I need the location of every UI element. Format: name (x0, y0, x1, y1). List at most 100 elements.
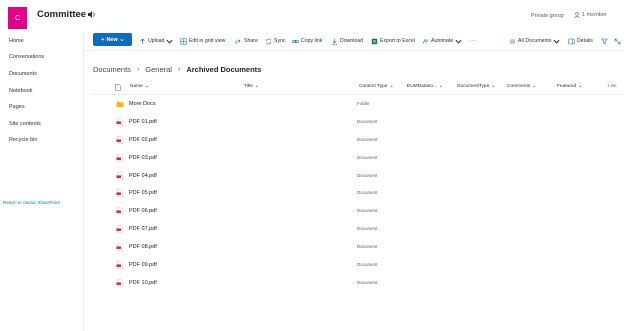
chevron-down-icon: ⌄ (144, 84, 149, 89)
person-icon (574, 12, 580, 18)
site-logo-letter: C (14, 14, 21, 22)
file-name[interactable]: More Docs (129, 101, 156, 107)
nav-item-home[interactable]: Home (9, 38, 24, 44)
chevron-down-icon (120, 38, 124, 41)
breadcrumb-separator: › (136, 66, 140, 73)
column-header-document-type[interactable]: DocumentType ⌄ (457, 84, 495, 89)
content-type-cell: Document (357, 173, 378, 178)
table-row[interactable]: PDF 02.pdf Document (93, 132, 624, 150)
commandbar-divider (84, 50, 624, 51)
table-row[interactable]: PDF 03.pdf Document (93, 150, 624, 168)
breadcrumb-general[interactable]: General (145, 65, 172, 74)
file-name[interactable]: PDF 02.pdf (129, 137, 157, 143)
content-type-cell: Document (357, 208, 378, 213)
pdf-icon (116, 207, 124, 215)
chevron-down-icon (553, 39, 560, 44)
share-button[interactable]: Share (235, 36, 258, 46)
site-logo[interactable]: C (8, 7, 27, 29)
breadcrumb-documents[interactable]: Documents (93, 65, 131, 74)
chevron-down-icon: ⌄ (578, 84, 583, 89)
column-header-comments-label: Comments (507, 84, 531, 89)
chevron-down-icon: ⌄ (254, 84, 259, 89)
chevron-down-icon: ⌄ (532, 84, 537, 89)
new-button[interactable]: + New (93, 33, 132, 46)
file-type-column-icon[interactable] (115, 84, 121, 91)
left-navigation: Home Conversations Documents Notebook Pa… (0, 32, 84, 331)
file-name[interactable]: PDF 08.pdf (129, 244, 157, 250)
automate-icon (422, 38, 429, 44)
nav-item-conversations[interactable]: Conversations (9, 54, 44, 60)
more-actions-label: ⋯ (470, 38, 476, 44)
upload-icon (140, 38, 145, 44)
column-header-content-type[interactable]: Content Type ⌄ (359, 84, 393, 89)
column-header-featured-label: Featured (557, 84, 577, 89)
nav-item-recycle-bin[interactable]: Recycle bin (9, 137, 37, 143)
members-button[interactable]: 1 member (574, 12, 607, 18)
info-icon (568, 38, 575, 44)
nav-item-site-contents[interactable]: Site contents (9, 121, 41, 127)
nav-item-documents[interactable]: Documents (9, 71, 37, 77)
file-name[interactable]: PDF 10.pdf (129, 280, 157, 286)
file-name[interactable]: PDF 06.pdf (129, 208, 157, 214)
sync-button[interactable]: Sync (265, 36, 286, 46)
chevron-down-icon: ⌄ (438, 84, 443, 89)
add-column-button[interactable]: + Ac (607, 84, 616, 89)
members-label: 1 member (582, 12, 607, 18)
file-name[interactable]: PDF 07.pdf (129, 226, 157, 232)
export-excel-button[interactable]: Export to Excel (371, 36, 415, 46)
excel-icon (371, 38, 378, 44)
content-type-cell: Document (357, 280, 378, 285)
pdf-icon (116, 172, 124, 180)
upload-button[interactable]: Upload (139, 36, 173, 46)
content-type-cell: Folder (357, 101, 370, 106)
view-switcher[interactable]: All Documents (509, 36, 560, 46)
edit-grid-view-button[interactable]: Edit in grid view (180, 36, 225, 46)
speaker-icon[interactable] (88, 11, 96, 18)
file-name[interactable]: PDF 03.pdf (129, 155, 157, 161)
expand-icon (614, 38, 621, 44)
column-header-content-type-label: Content Type (359, 84, 388, 89)
filter-button[interactable] (601, 36, 608, 46)
more-actions-button[interactable]: ⋯ (470, 36, 475, 46)
table-row[interactable]: PDF 08.pdf Document (93, 239, 624, 257)
file-name[interactable]: PDF 05.pdf (129, 190, 157, 196)
column-header-title[interactable]: Title ⌄ (244, 84, 259, 89)
table-row[interactable]: PDF 09.pdf Document (93, 257, 624, 275)
table-row[interactable]: More Docs Folder (93, 96, 624, 114)
column-header-featured[interactable]: Featured ⌄ (557, 84, 582, 89)
table-row[interactable]: PDF 01.pdf Document (93, 114, 624, 132)
table-row[interactable]: PDF 06.pdf Document (93, 203, 624, 221)
pdf-icon (116, 261, 124, 269)
sync-icon (265, 38, 272, 44)
breadcrumb-separator: › (177, 66, 181, 73)
expand-button[interactable] (614, 36, 621, 46)
column-header-eum[interactable]: EUMDataso... ⌄ (407, 84, 443, 89)
plus-icon: + (101, 36, 105, 43)
return-to-classic-link[interactable]: Return to classic SharePoint (3, 200, 60, 205)
nav-item-notebook[interactable]: Notebook (9, 88, 33, 94)
column-header-name[interactable]: Name ⌄ (130, 84, 149, 89)
upload-label: Upload (148, 38, 165, 44)
table-row[interactable]: PDF 07.pdf Document (93, 221, 624, 239)
download-label: Download (340, 38, 364, 44)
details-button[interactable]: Details (568, 36, 593, 46)
chevron-down-icon (166, 39, 173, 44)
table-row[interactable]: PDF 05.pdf Document (93, 185, 624, 203)
file-name[interactable]: PDF 01.pdf (129, 119, 157, 125)
table-row[interactable]: PDF 10.pdf Document (93, 275, 624, 293)
column-header-comments[interactable]: Comments ⌄ (507, 84, 536, 89)
content-type-cell: Document (357, 137, 378, 142)
column-header-title-label: Title (244, 84, 253, 89)
view-switcher-label: All Documents (518, 38, 552, 44)
content-type-cell: Document (357, 190, 378, 195)
site-title[interactable]: Committee (37, 9, 86, 20)
table-row[interactable]: PDF 04.pdf Document (93, 168, 624, 186)
copy-link-button[interactable]: Copy link (292, 36, 322, 46)
list-view-icon (510, 39, 515, 43)
automate-button[interactable]: Automate (422, 36, 462, 46)
download-button[interactable]: Download (331, 36, 363, 46)
file-name[interactable]: PDF 04.pdf (129, 173, 157, 179)
file-name[interactable]: PDF 09.pdf (129, 262, 157, 268)
privacy-label: Private group (531, 13, 564, 19)
nav-item-pages[interactable]: Pages (9, 104, 25, 110)
